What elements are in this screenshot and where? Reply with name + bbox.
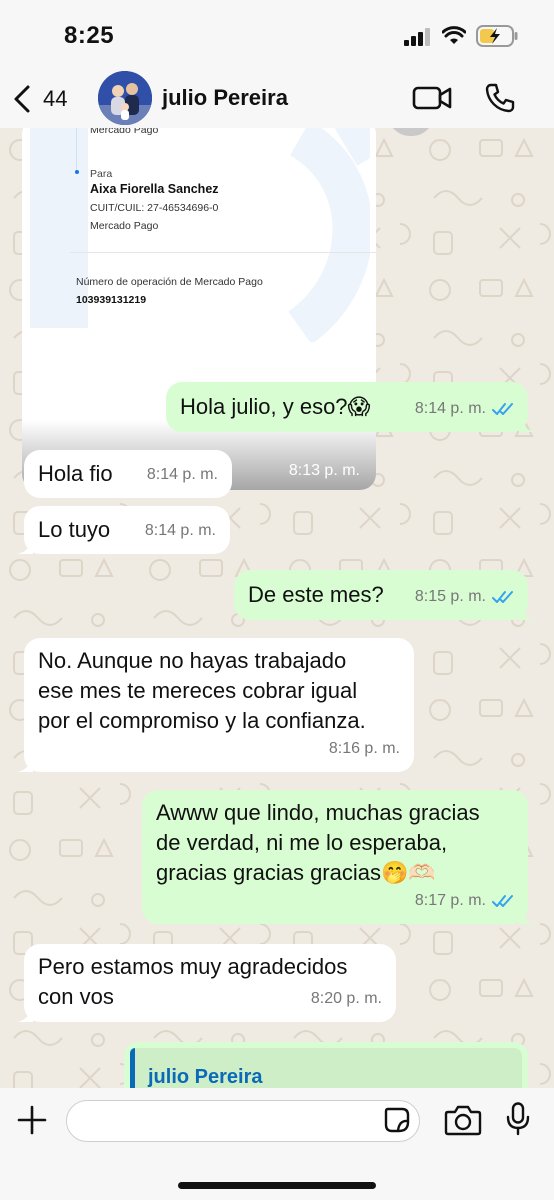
message-bubble-incoming[interactable]: Lo tuyo 8:14 p. m. — [17, 506, 230, 554]
contact-name[interactable]: julio Pereira — [162, 85, 288, 111]
message-bubble-outgoing[interactable]: Hola julio, y eso?😱 8:14 p. m. — [166, 382, 535, 432]
unread-count[interactable]: 44 — [43, 86, 67, 112]
message-bubble-outgoing[interactable]: De este mes? 8:15 p. m. — [234, 570, 535, 620]
message-bubble-incoming[interactable]: No. Aunque no hayas trabajado ese mes te… — [17, 638, 414, 772]
receipt-timeline-dot — [75, 170, 79, 174]
bubble-tail — [519, 604, 535, 620]
message-text: Awww que lindo, muchas gracias — [156, 800, 480, 825]
message-bubble-outgoing[interactable]: Awww que lindo, muchas gracias de verdad… — [142, 790, 535, 924]
message-text: No. Aunque no hayas trabajado — [38, 648, 347, 673]
message-time: 8:14 p. m. — [414, 400, 486, 417]
message-bubble-outgoing-reply[interactable]: julio Pereira — [124, 1042, 528, 1088]
message-text: gracias gracias gracias🤭🫶🏻 — [156, 860, 436, 885]
message-text: Lo tuyo — [38, 517, 111, 542]
bubble-tail — [17, 756, 33, 772]
receipt-to-label: Para — [90, 168, 113, 180]
avatar-photo — [98, 71, 152, 125]
plus-icon[interactable] — [16, 1104, 48, 1136]
video-call-icon[interactable] — [412, 84, 452, 112]
bubble-tail — [17, 1006, 33, 1022]
home-indicator[interactable] — [178, 1182, 376, 1189]
message-text: con vos — [38, 984, 114, 1009]
bubble-tail — [519, 416, 535, 432]
double-check-read-icon — [492, 403, 513, 415]
quoted-message[interactable]: julio Pereira — [130, 1048, 522, 1088]
microphone-icon[interactable] — [506, 1102, 530, 1136]
receipt-recipient-bank: Mercado Pago — [90, 220, 159, 232]
message-time: 8:14 p. m. — [146, 466, 218, 483]
receipt-operation-label: Número de operación de Mercado Pago — [76, 276, 263, 288]
message-text: Pero estamos muy agradecidos — [38, 954, 348, 979]
message-time: 8:16 p. m. — [328, 740, 400, 757]
message-text: Hola fio — [38, 461, 113, 486]
message-input[interactable] — [66, 1100, 420, 1142]
receipt-sender-bank: Mercado Pago — [90, 128, 159, 136]
message-time: 8:13 p. m. — [288, 462, 360, 479]
bubble-tail — [519, 908, 535, 924]
message-bubble-incoming[interactable]: Pero estamos muy agradecidos con vos 8:2… — [17, 944, 396, 1022]
receipt-content: Mercado Pago Para Aixa Fiorella Sanchez … — [30, 128, 376, 342]
receipt-divider — [70, 252, 376, 253]
receipt-timeline-line — [76, 128, 77, 170]
bubble-tail — [17, 538, 33, 554]
message-text: de verdad, ni me lo esperaba, — [156, 830, 448, 855]
wifi-icon — [442, 26, 466, 44]
battery-charging-icon — [476, 25, 518, 47]
chat-header: 44 julio Pereira — [0, 70, 554, 128]
quoted-author-name: julio Pereira — [148, 1066, 263, 1088]
back-chevron-icon[interactable] — [10, 84, 34, 114]
camera-icon[interactable] — [444, 1104, 482, 1136]
sticker-icon[interactable] — [383, 1106, 411, 1134]
message-time: 8:14 p. m. — [144, 522, 216, 539]
message-text: por el compromiso y la confianza. — [38, 708, 366, 733]
receipt-recipient-name: Aixa Fiorella Sanchez — [90, 182, 219, 196]
message-text: ese mes te mereces cobrar igual — [38, 678, 358, 703]
receipt-cuit: CUIT/CUIL: 27-46534696-0 — [90, 202, 219, 214]
message-composer — [0, 1088, 554, 1200]
receipt-watermark — [30, 128, 370, 342]
message-time: 8:20 p. m. — [310, 990, 382, 1007]
message-time: 8:17 p. m. — [414, 892, 486, 909]
message-time: 8:15 p. m. — [414, 588, 486, 605]
message-text: Hola julio, y eso?😱 — [180, 394, 371, 419]
double-check-read-icon — [492, 591, 513, 603]
message-text: De este mes? — [248, 582, 384, 607]
receipt-operation-number: 103939131219 — [76, 294, 147, 306]
chat-area[interactable]: Mercado Pago Para Aixa Fiorella Sanchez … — [0, 128, 554, 1088]
voice-call-icon[interactable] — [484, 82, 516, 114]
quote-accent-bar — [130, 1048, 135, 1088]
status-bar: 8:25 — [0, 0, 554, 70]
status-time: 8:25 — [64, 22, 115, 49]
message-bubble-incoming[interactable]: Hola fio 8:14 p. m. — [24, 450, 232, 498]
cellular-signal-icon — [404, 28, 430, 46]
payment-receipt-image[interactable]: Mercado Pago Para Aixa Fiorella Sanchez … — [22, 128, 376, 490]
double-check-read-icon — [492, 895, 513, 907]
contact-avatar[interactable] — [98, 71, 152, 125]
